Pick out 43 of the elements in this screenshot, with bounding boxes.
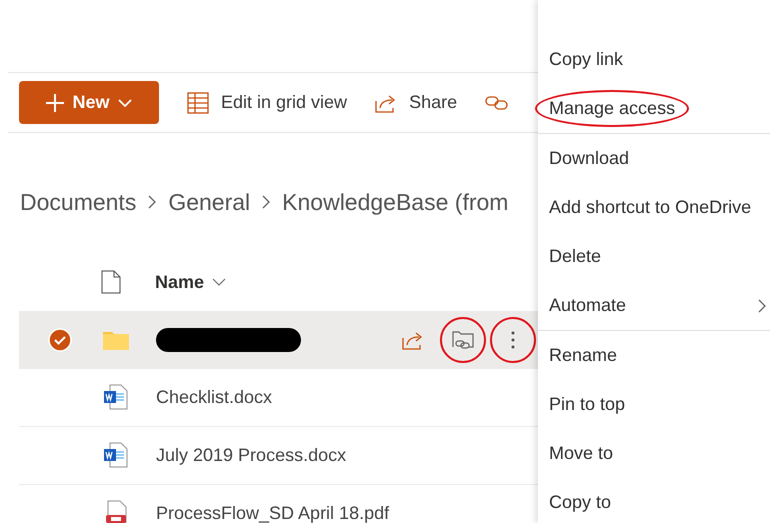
file-name[interactable]: July 2019 Process.docx xyxy=(156,444,346,464)
file-row[interactable]: July 2019 Process.docx xyxy=(19,426,538,484)
word-document-icon xyxy=(103,384,129,410)
breadcrumb-link[interactable]: KnowledgeBase (from xyxy=(282,185,508,220)
document-icon xyxy=(101,270,121,294)
chevron-right-icon xyxy=(758,298,766,312)
checkmark-icon[interactable] xyxy=(48,328,72,352)
manage-access-button[interactable] xyxy=(440,316,486,362)
share-button[interactable]: Share xyxy=(375,89,458,116)
breadcrumb-link[interactable]: Documents xyxy=(20,185,136,220)
file-row[interactable]: ProcessFlow_SD April 18.pdf xyxy=(19,484,538,523)
plus-icon xyxy=(46,94,64,112)
grid-icon xyxy=(187,92,209,114)
link-icon xyxy=(485,94,510,110)
menu-item[interactable]: Move to xyxy=(538,429,770,478)
chevron-right-icon xyxy=(262,195,270,210)
file-row[interactable]: Checklist.docx xyxy=(19,368,538,426)
link-button[interactable] xyxy=(485,94,510,110)
menu-item[interactable]: Copy link xyxy=(538,35,770,84)
menu-item[interactable]: Delete xyxy=(538,232,770,281)
menu-item[interactable]: Copy to xyxy=(538,478,770,523)
chevron-down-icon xyxy=(118,98,132,106)
chevron-right-icon xyxy=(148,195,156,210)
more-button[interactable] xyxy=(490,316,536,362)
file-name[interactable]: Checklist.docx xyxy=(156,386,272,406)
folder-link-icon xyxy=(452,330,474,350)
menu-item[interactable]: Rename xyxy=(538,331,770,380)
share-icon xyxy=(402,330,424,350)
word-document-icon xyxy=(103,442,129,468)
menu-item[interactable]: Download xyxy=(538,134,770,183)
folder-icon xyxy=(103,330,129,350)
breadcrumb-link[interactable]: General xyxy=(168,185,250,220)
chevron-down-icon xyxy=(212,278,226,286)
new-button[interactable]: New xyxy=(19,81,159,124)
column-header[interactable]: Name xyxy=(155,268,226,296)
share-icon xyxy=(375,92,398,112)
menu-item[interactable]: Pin to top xyxy=(538,380,770,429)
file-row[interactable] xyxy=(19,310,538,368)
grid-button[interactable]: Edit in grid view xyxy=(187,89,348,116)
more-icon xyxy=(511,330,515,348)
file-name[interactable]: ProcessFlow_SD April 18.pdf xyxy=(156,502,390,522)
menu-item[interactable]: Automate xyxy=(538,281,770,330)
menu-item[interactable]: Add shortcut to OneDrive xyxy=(538,183,770,232)
